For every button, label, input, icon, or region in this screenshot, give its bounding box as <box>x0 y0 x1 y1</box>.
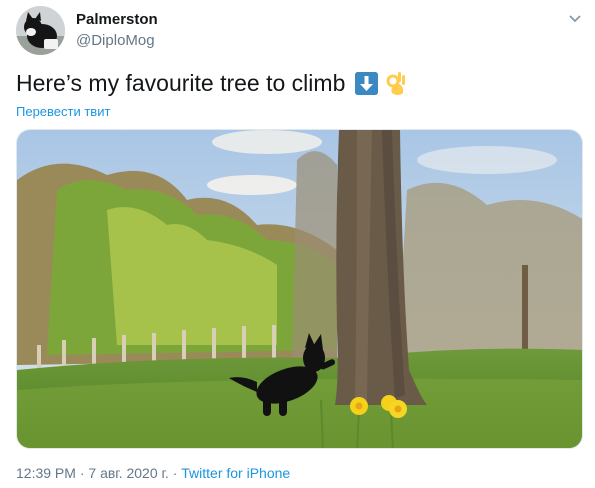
tweet-header: Palmerston @DiploMog <box>16 6 586 56</box>
display-name[interactable]: Palmerston <box>76 10 158 30</box>
meta-separator: · <box>172 465 178 481</box>
ok-hand-icon <box>384 69 408 97</box>
user-info: Palmerston @DiploMog <box>76 10 158 51</box>
tweet-date[interactable]: 7 авг. 2020 г. <box>88 465 168 481</box>
chevron-down-icon[interactable] <box>566 12 584 26</box>
meta-separator: · <box>79 465 85 481</box>
tweet-text: Here’s my favourite tree to climb <box>16 68 408 98</box>
translate-tweet-link[interactable]: Перевести твит <box>16 104 110 119</box>
down-arrow-icon <box>355 71 379 95</box>
avatar[interactable] <box>16 6 65 55</box>
user-handle[interactable]: @DiploMog <box>76 31 158 51</box>
tweet-time[interactable]: 12:39 PM <box>16 465 76 481</box>
tweet-text-body: Here’s my favourite tree to climb <box>16 70 346 96</box>
cat-tree-photo <box>17 130 582 448</box>
cat-avatar-icon <box>16 6 65 55</box>
tweet-source-link[interactable]: Twitter for iPhone <box>181 465 290 481</box>
tweet-photo[interactable] <box>16 129 583 449</box>
tweet-meta: 12:39 PM · 7 авг. 2020 г. · Twitter for … <box>16 465 290 481</box>
